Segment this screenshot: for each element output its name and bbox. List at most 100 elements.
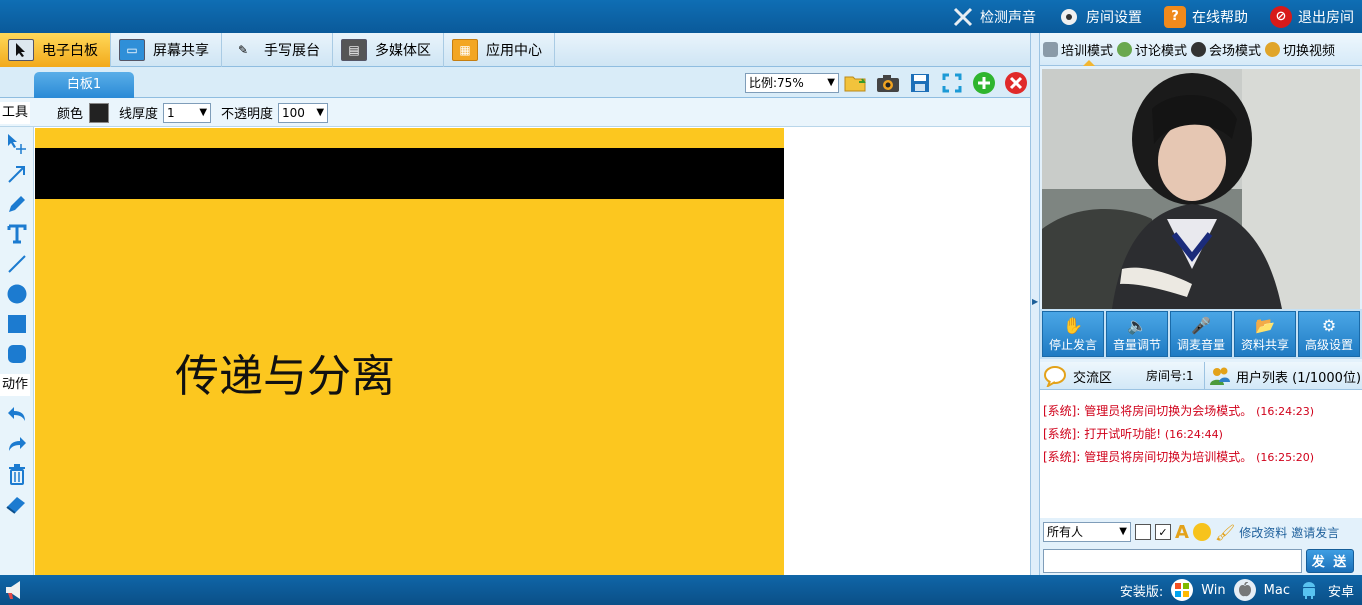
top-menu: 检测声音 房间设置 ? 在线帮助 ⊘ 退出房间 xyxy=(952,0,1354,33)
panel-splitter[interactable]: ▶ xyxy=(1030,33,1040,575)
file-share-button[interactable]: 📂 资料共享 xyxy=(1234,311,1296,357)
tab-whiteboard[interactable]: 电子白板 xyxy=(0,33,111,67)
tab-multimedia[interactable]: ▤ 多媒体区 xyxy=(333,33,444,67)
line-icon[interactable] xyxy=(4,251,30,277)
active-mode-indicator xyxy=(1083,60,1095,66)
mode-discussion[interactable]: 讨论模式 xyxy=(1117,40,1187,59)
online-help-button[interactable]: ? 在线帮助 xyxy=(1164,5,1248,28)
film-icon: ▤ xyxy=(341,39,367,61)
zoom-select[interactable]: 比例:75% ▼ xyxy=(745,73,839,93)
rounded-rect-icon[interactable] xyxy=(4,341,30,367)
chat-tab[interactable]: 交流区 xyxy=(1044,362,1112,390)
mac-label[interactable]: Mac xyxy=(1264,583,1290,598)
tab-app-center-label: 应用中心 xyxy=(486,43,542,59)
user-list-label: 用户列表 (1/1000位) xyxy=(1236,370,1362,386)
chevron-down-icon: ▼ xyxy=(199,106,208,118)
close-icon[interactable] xyxy=(1003,70,1029,96)
discussion-mode-icon xyxy=(1117,41,1133,57)
tab-app-center[interactable]: ▦ 应用中心 xyxy=(444,33,555,67)
mode-training[interactable]: 培训模式 xyxy=(1043,40,1113,59)
rectangle-icon[interactable] xyxy=(4,311,30,337)
gear-icon: ⚙ xyxy=(1321,316,1337,335)
stop-speaking-label: 停止发言 xyxy=(1048,338,1097,352)
font-icon[interactable]: A xyxy=(1175,522,1189,543)
mode-conference[interactable]: 会场模式 xyxy=(1191,40,1261,59)
volume-button[interactable]: 🔈 音量调节 xyxy=(1106,311,1168,357)
scroll-checkbox[interactable]: ✓ xyxy=(1155,524,1171,540)
fullscreen-icon[interactable] xyxy=(939,70,965,96)
emoji-icon[interactable] xyxy=(1192,523,1211,541)
brush-icon[interactable]: 🖌 xyxy=(1215,523,1235,542)
user-list-tab[interactable]: 用户列表 (1/1000位) xyxy=(1204,362,1361,390)
undo-icon[interactable] xyxy=(4,401,30,427)
slide-header-band xyxy=(35,148,784,199)
right-panel: 培训模式 讨论模式 会场模式 切换视频 ✋ 停止发言 🔈 音量调节 🎤 调麦音量… xyxy=(1040,33,1362,575)
broadcast-icon[interactable] xyxy=(4,579,28,601)
slide: 传递与分离 xyxy=(35,128,784,575)
top-bar: 检测声音 房间设置 ? 在线帮助 ⊘ 退出房间 xyxy=(0,0,1362,33)
room-settings-button[interactable]: 房间设置 xyxy=(1058,6,1142,28)
eraser-icon[interactable] xyxy=(4,491,30,517)
android-icon[interactable] xyxy=(1298,579,1320,601)
video-feed[interactable] xyxy=(1042,69,1360,309)
windows-label[interactable]: Win xyxy=(1201,583,1225,598)
tab-handwriting[interactable]: ✎ 手写展台 xyxy=(222,33,333,67)
stop-speaking-button[interactable]: ✋ 停止发言 xyxy=(1042,311,1104,357)
edit-profile-link[interactable]: 修改资料 xyxy=(1239,524,1287,541)
detect-sound-button[interactable]: 检测声音 xyxy=(952,6,1036,28)
whiteboard-toolbar xyxy=(843,70,1029,96)
collapse-arrow-icon[interactable]: ▶ xyxy=(1032,297,1038,306)
help-icon: ? xyxy=(1164,5,1186,28)
open-folder-icon[interactable] xyxy=(843,70,869,96)
chat-tab-label: 交流区 xyxy=(1073,370,1113,386)
add-icon[interactable] xyxy=(971,70,997,96)
trash-icon[interactable] xyxy=(4,461,30,487)
exit-icon: ⊘ xyxy=(1270,5,1292,28)
handwriting-icon: ✎ xyxy=(237,43,249,57)
whiteboard-canvas[interactable]: 传递与分离 xyxy=(35,128,1030,575)
room-number: 房间号:1 xyxy=(1146,369,1194,383)
chat-message: [系统]: 打开试听功能! (16:24:44) xyxy=(1043,427,1223,441)
hand-icon: ✋ xyxy=(1063,316,1083,335)
zoom-value: 比例:75% xyxy=(749,76,804,90)
chat-message: [系统]: 管理员将房间切换为会场模式。 (16:24:23) xyxy=(1043,404,1315,418)
line-width-select[interactable]: 1 ▼ xyxy=(163,102,212,123)
arrow-icon[interactable] xyxy=(4,161,30,187)
advanced-settings-label: 高级设置 xyxy=(1304,338,1353,352)
install-links: 安装版: Win Mac 安卓 xyxy=(1120,575,1354,605)
advanced-settings-button[interactable]: ⚙ 高级设置 xyxy=(1298,311,1360,357)
whiteboard-tab-1[interactable]: 白板1 xyxy=(34,72,134,98)
recipient-select[interactable]: 所有人 ▼ xyxy=(1043,522,1131,542)
mic-volume-label: 调麦音量 xyxy=(1176,338,1225,352)
tab-screen-share[interactable]: ▭ 屏幕共享 xyxy=(111,33,222,67)
windows-icon[interactable] xyxy=(1171,579,1194,601)
microphone-icon: 🎤 xyxy=(1191,316,1211,335)
chat-input[interactable] xyxy=(1043,548,1302,573)
send-button[interactable]: 发 送 xyxy=(1306,548,1354,573)
private-checkbox[interactable] xyxy=(1135,524,1151,540)
chat-controls: 所有人 ▼ ✓ A 🖌 修改资料 邀请发言 xyxy=(1040,519,1362,545)
opacity-select[interactable]: 100 ▼ xyxy=(278,102,329,123)
camera-icon[interactable] xyxy=(875,70,901,96)
color-swatch[interactable] xyxy=(89,102,110,123)
move-select-icon[interactable] xyxy=(4,131,30,157)
mode-switch-video[interactable]: 切换视频 xyxy=(1265,40,1335,59)
save-icon[interactable] xyxy=(907,70,933,96)
mic-volume-button[interactable]: 🎤 调麦音量 xyxy=(1170,311,1232,357)
exit-room-button[interactable]: ⊘ 退出房间 xyxy=(1270,5,1354,28)
circle-icon[interactable] xyxy=(4,281,30,307)
android-label[interactable]: 安卓 xyxy=(1328,581,1354,600)
left-toolbar: 动作 xyxy=(0,127,34,575)
exit-room-label: 退出房间 xyxy=(1298,9,1354,26)
redo-icon[interactable] xyxy=(4,431,30,457)
opacity-value: 100 xyxy=(282,105,305,120)
apple-icon[interactable] xyxy=(1233,579,1256,601)
text-icon[interactable] xyxy=(4,221,30,247)
mode-conference-label: 会场模式 xyxy=(1209,43,1262,59)
mode-switch-video-label: 切换视频 xyxy=(1283,43,1336,59)
invite-speak-link[interactable]: 邀请发言 xyxy=(1291,524,1339,541)
line-width-prop: 线厚度 1 ▼ xyxy=(119,98,212,127)
chat-log[interactable]: [系统]: 管理员将房间切换为会场模式。 (16:24:23) [系统]: 打开… xyxy=(1040,390,1362,518)
app-center-icon: ▦ xyxy=(452,39,478,61)
pencil-icon[interactable] xyxy=(4,191,30,217)
